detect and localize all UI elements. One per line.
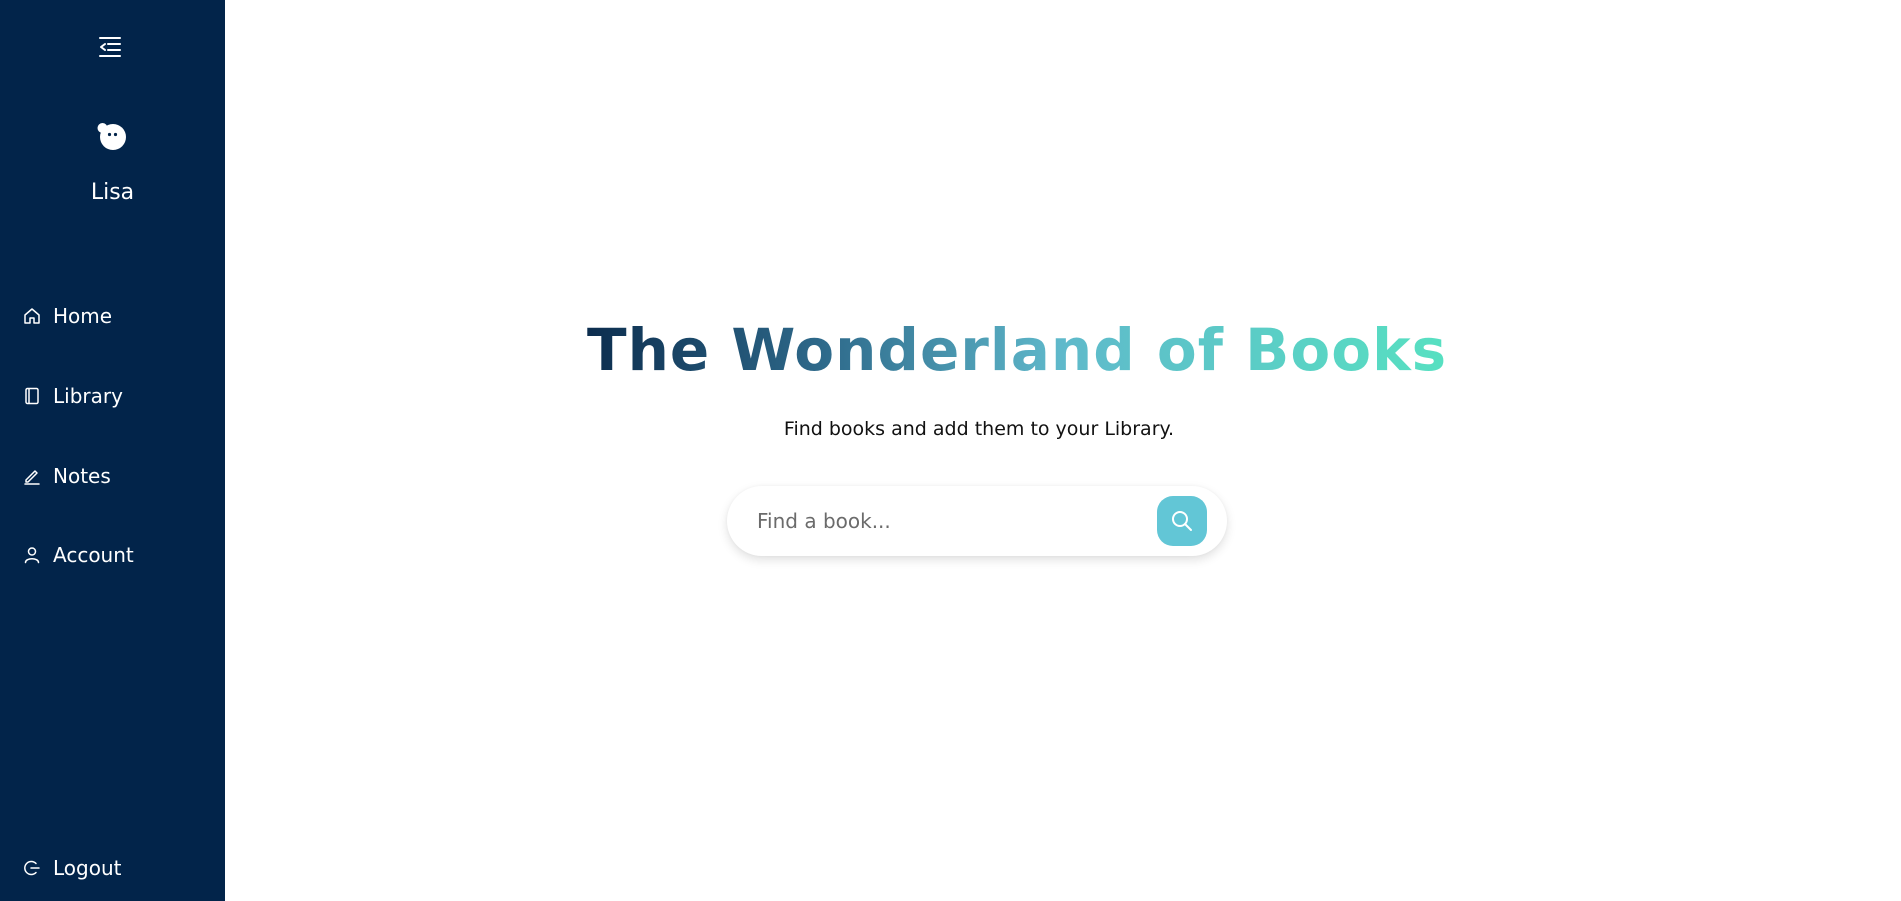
app-root: Lisa Home Library Notes Account Logout T… bbox=[0, 0, 1901, 901]
avatar[interactable] bbox=[96, 120, 128, 152]
search-input[interactable] bbox=[755, 508, 1139, 534]
avatar-icon bbox=[97, 123, 126, 150]
sidebar-item-home[interactable]: Home bbox=[22, 301, 112, 331]
home-icon bbox=[22, 306, 42, 326]
logout-button[interactable]: Logout bbox=[22, 853, 121, 883]
sidebar-item-label: Library bbox=[53, 384, 123, 408]
user-icon bbox=[22, 545, 42, 565]
pencil-icon bbox=[22, 466, 42, 486]
hero-title-wrapper: The Wonderland of Books bbox=[587, 308, 1446, 392]
book-icon bbox=[22, 386, 42, 406]
sidebar-item-account[interactable]: Account bbox=[22, 540, 134, 570]
search-icon bbox=[1172, 511, 1192, 531]
search-bar bbox=[727, 486, 1227, 556]
main-content: The Wonderland of Books Find books and a… bbox=[225, 0, 1901, 901]
menu-collapse-icon bbox=[99, 37, 121, 57]
sidebar-item-label: Home bbox=[53, 304, 113, 328]
page-title: The Wonderland of Books bbox=[587, 308, 1447, 392]
page-subtitle: Find books and add them to your Library. bbox=[783, 418, 1175, 440]
logout-label: Logout bbox=[53, 856, 122, 880]
sidebar-item-label: Account bbox=[53, 543, 134, 567]
sidebar: Lisa Home Library Notes Account Logout bbox=[0, 0, 225, 901]
user-name: Lisa bbox=[90, 180, 135, 205]
sidebar-collapse-button[interactable] bbox=[97, 34, 123, 60]
sidebar-item-notes[interactable]: Notes bbox=[22, 461, 111, 491]
search-button[interactable] bbox=[1157, 496, 1207, 546]
logout-icon bbox=[22, 858, 42, 878]
sidebar-item-library[interactable]: Library bbox=[22, 381, 123, 411]
sidebar-item-label: Notes bbox=[53, 464, 111, 488]
